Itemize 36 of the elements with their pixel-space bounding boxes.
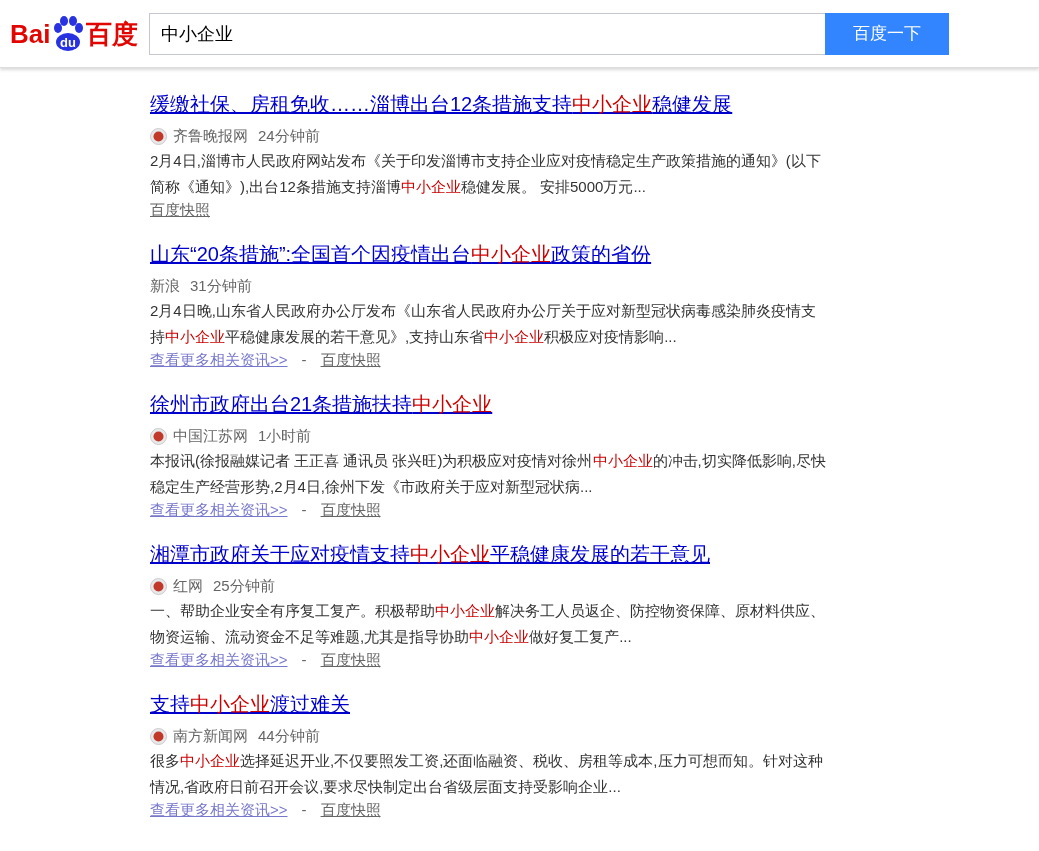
source-name: 中国江苏网 [173,426,248,446]
link-separator: - [301,800,307,820]
source-name: 红网 [173,576,203,596]
search-button[interactable]: 百度一下 [825,12,949,55]
logo-text: Bai [10,20,51,47]
link-separator: - [301,650,307,670]
result-snippet: 一、帮助企业安全有序复工复产。积极帮助中小企业解决务工人员返企、防控物资保障、原材料供应、物资运输、流动资金不足等难题,尤其是指导协助中小企业做好复工复产... [150,601,826,647]
site-logo-icon [150,577,167,595]
snapshot-link[interactable]: 百度快照 [150,200,210,220]
result-snippet: 本报讯(徐报融媒记者 王正喜 通讯员 张兴旺)为积极应对疫情对徐州中小企业的冲击,切实降低影响,尽快稳定生产经营形势,2月4日,徐州下发《市政府关于应对新型冠状病... [150,451,827,497]
snapshot-link[interactable]: 百度快照 [320,500,381,520]
more-news-link[interactable]: 查看更多相关资讯>> [150,650,288,670]
result-snippet: 2月4日晚,山东省人民政府办公厅发布《山东省人民政府办公厅关于应对新型冠状病毒感染肺炎疫情支持中小企业平稳健康发展的若干意见》,支持山东省中小企业积极应对疫情影响... [150,301,817,347]
result-snippet: 2月4日,淄博市人民政府网站发布《关于印发淄博市支持企业应对疫情稳定生产政策措施的通知》(以下简称《通知》),出台12条措施支持淄博中小企业稳健发展。 安排5000万元... [150,151,822,197]
result-snippet: 很多中小企业选择延迟开业,不仅要照发工资,还面临融资、税收、房租等成本,压力可想而知。针对这种情况,省政府日前召开会议,要求尽快制定出台省级层面支持受影响企业... [150,751,824,797]
site-logo-icon [150,427,167,445]
link-separator: - [301,500,307,520]
publish-time: 44分钟前 [258,726,320,746]
snapshot-link[interactable]: 百度快照 [320,650,381,670]
publish-time: 25分钟前 [213,576,275,596]
site-logo-icon [150,127,167,145]
publish-time: 1小时前 [258,426,312,446]
more-news-link[interactable]: 查看更多相关资讯>> [150,350,288,370]
snapshot-link[interactable]: 百度快照 [320,350,381,370]
source-name: 新浪 [150,276,180,296]
site-logo-icon [150,727,167,745]
publish-time: 31分钟前 [190,276,252,296]
link-separator: - [301,350,307,370]
more-news-link[interactable]: 查看更多相关资讯>> [150,800,288,820]
search-field[interactable]: 中小企业 [149,12,825,55]
snapshot-link[interactable]: 百度快照 [320,800,381,820]
source-name: 南方新闻网 [173,726,248,746]
source-name: 齐鲁晚报网 [173,126,248,146]
more-news-link[interactable]: 查看更多相关资讯>> [150,500,288,520]
publish-time: 24分钟前 [258,126,320,146]
logo-text: 百度 [86,20,139,47]
